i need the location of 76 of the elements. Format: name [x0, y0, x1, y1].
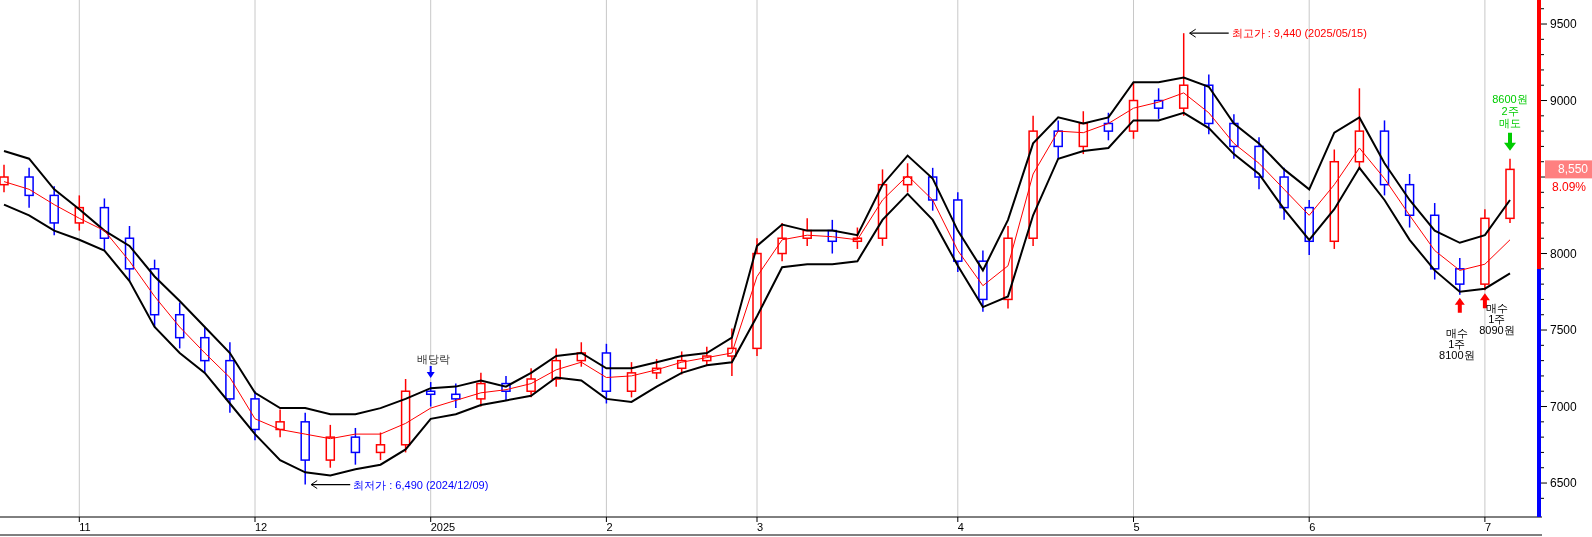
price-axis-label: 6500 — [1550, 476, 1577, 491]
candlestick — [1304, 199, 1314, 256]
candlestick — [978, 249, 988, 313]
candlestick — [1505, 157, 1515, 224]
candlestick — [1204, 73, 1214, 135]
candlestick — [551, 347, 561, 388]
date-axis-label: 12 — [255, 521, 268, 533]
candlestick — [827, 219, 838, 255]
down-arrow-icon — [426, 366, 435, 379]
candlestick — [902, 162, 913, 194]
price-axis-label: 9000 — [1550, 93, 1577, 108]
candlestick — [350, 427, 361, 466]
trade-signal-label: 8090원 — [1479, 324, 1515, 337]
candlestick — [49, 185, 59, 236]
trade-signal-label: 2주 — [1501, 104, 1519, 117]
candlestick — [174, 301, 185, 350]
price-axis-label: 9500 — [1550, 17, 1577, 31]
price-label: 최저가 : 6,490 (2024/12/09) — [353, 478, 489, 491]
candlestick — [1279, 167, 1289, 221]
candlestick — [1254, 136, 1264, 190]
candlestick — [200, 326, 210, 374]
date-axis-label: 7 — [1484, 521, 1492, 533]
candlestick — [425, 381, 436, 408]
candlestick — [852, 226, 863, 250]
candlestick — [927, 167, 938, 212]
candlestick — [802, 217, 812, 247]
candlestick — [626, 361, 637, 399]
candlestick — [476, 372, 486, 408]
candlestick — [501, 375, 511, 402]
trade-signal-label: 1주 — [1488, 313, 1506, 326]
candlestick — [250, 390, 260, 441]
candlestick — [1404, 173, 1415, 229]
candlestick — [777, 222, 787, 262]
leader-line — [1189, 28, 1230, 38]
date-axis-label: 11 — [79, 521, 91, 533]
price-axis-label: 7000 — [1550, 399, 1577, 414]
candlestick — [1053, 119, 1063, 160]
candlestick — [1103, 112, 1114, 142]
event-label: 배당락 — [416, 353, 450, 366]
candlestick — [1455, 257, 1465, 296]
candlestick — [24, 167, 34, 209]
candlestick — [576, 341, 587, 368]
trade-signal-label: 매수 — [1445, 326, 1468, 339]
trade-signal-label: 매수 — [1485, 302, 1508, 315]
date-axis-label: 5 — [1133, 521, 1140, 533]
price-change: 8.09% — [1551, 180, 1586, 195]
last-price-tag: 8,550 — [1545, 160, 1592, 179]
candlestick — [1078, 110, 1089, 155]
candlestick — [1229, 113, 1239, 160]
candlestick — [149, 258, 160, 328]
candlestick — [601, 343, 612, 405]
date-axis-label: 6 — [1309, 521, 1316, 533]
price-axis-label: 7500 — [1550, 323, 1577, 338]
date-axis-label: 4 — [957, 521, 964, 533]
trade-signal-label: 8100원 — [1439, 348, 1475, 361]
candlestick — [74, 194, 85, 232]
candlestick — [1128, 81, 1139, 140]
candlestick — [727, 327, 737, 377]
trade-signal-label: 매도 — [1499, 116, 1521, 129]
candlestick — [275, 408, 285, 438]
candlestick — [325, 424, 336, 469]
date-axis-label: 3 — [757, 521, 764, 533]
trade-signal-label: 8600원 — [1492, 92, 1528, 105]
candlestick — [702, 346, 712, 366]
down-arrow-icon — [1504, 132, 1516, 151]
candlestick — [1153, 87, 1164, 120]
leader-line — [310, 480, 351, 490]
up-arrow-icon — [1454, 297, 1465, 313]
candlestick — [124, 225, 135, 282]
candlestick — [651, 358, 662, 380]
candlestick — [99, 197, 110, 252]
price-label: 최고가 : 9,440 (2025/05/15) — [1231, 27, 1367, 40]
date-axis-label: 2025 — [430, 521, 456, 533]
date-axis-label: 2 — [606, 521, 613, 533]
price-axis-label: 8000 — [1550, 246, 1577, 261]
candlestick — [451, 382, 461, 409]
